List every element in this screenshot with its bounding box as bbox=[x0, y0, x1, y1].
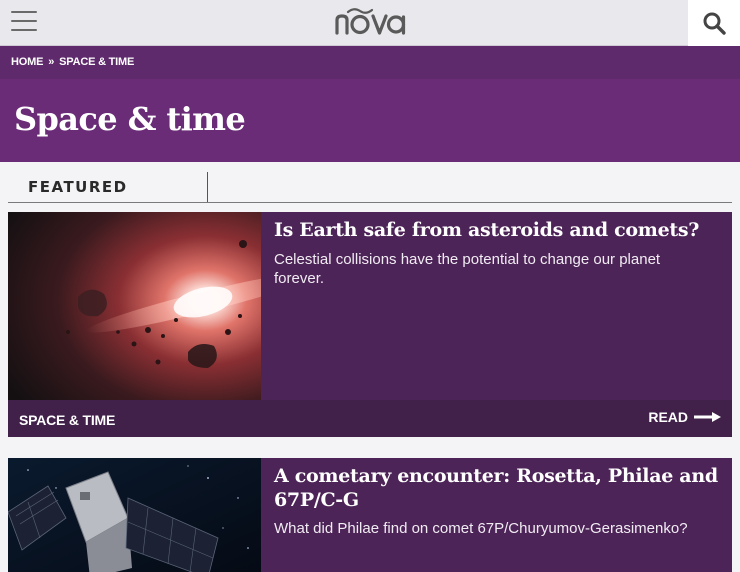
article-card-asteroids[interactable]: Is Earth safe from asteroids and comets?… bbox=[8, 212, 732, 437]
breadcrumb-current[interactable]: SPACE & TIME bbox=[59, 56, 134, 68]
breadcrumb-home-link[interactable]: HOME bbox=[11, 56, 43, 68]
read-link[interactable]: READ bbox=[648, 409, 722, 425]
breadcrumb: HOME » SPACE & TIME bbox=[11, 56, 134, 68]
page-title-band: Space & time bbox=[0, 79, 740, 162]
asteroid-impact-image[interactable] bbox=[8, 212, 320, 400]
search-button[interactable] bbox=[688, 0, 740, 46]
arrow-right-icon bbox=[694, 412, 721, 422]
tab-featured[interactable]: FEATURED bbox=[8, 172, 208, 202]
hamburger-menu-icon[interactable] bbox=[11, 11, 37, 33]
featured-section-header: FEATURED bbox=[8, 172, 732, 203]
card-category-tag[interactable]: SPACE & TIME bbox=[19, 412, 115, 428]
article-card-rosetta[interactable]: A cometary encounter: Rosetta, Philae an… bbox=[8, 458, 732, 572]
top-bar bbox=[0, 0, 740, 46]
featured-label: FEATURED bbox=[28, 178, 128, 196]
rosetta-spacecraft-image[interactable] bbox=[8, 458, 261, 572]
read-label: READ bbox=[648, 409, 688, 425]
nova-logo[interactable] bbox=[333, 3, 407, 41]
breadcrumb-separator: » bbox=[48, 56, 55, 68]
card-title[interactable]: A cometary encounter: Rosetta, Philae an… bbox=[274, 464, 724, 512]
card-description: What did Philae find on comet 67P/Churyu… bbox=[274, 520, 688, 537]
breadcrumb-bar: HOME » SPACE & TIME bbox=[0, 46, 740, 79]
card-footer: SPACE & TIME READ bbox=[8, 400, 732, 437]
search-icon bbox=[703, 12, 726, 35]
card-title[interactable]: Is Earth safe from asteroids and comets? bbox=[274, 218, 724, 242]
page-title: Space & time bbox=[14, 100, 246, 138]
card-description: Celestial collisions have the potential … bbox=[274, 251, 661, 287]
